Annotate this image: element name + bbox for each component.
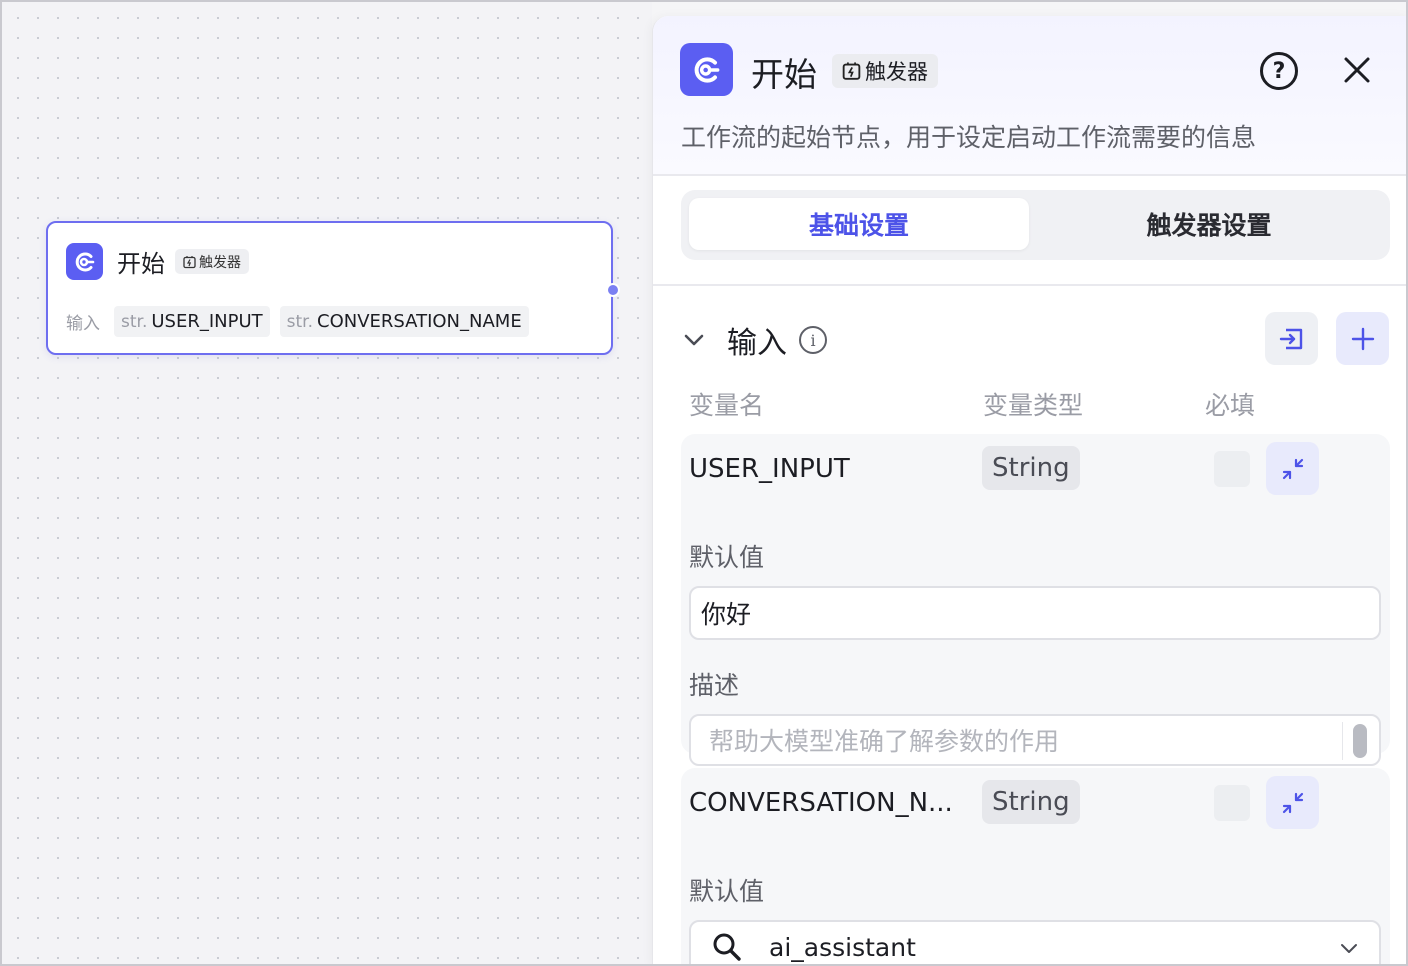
scroll-track [1342,722,1343,760]
close-button[interactable] [1339,52,1375,88]
start-node-icon [680,43,733,96]
column-header-type: 变量类型 [983,391,1084,420]
inputs-label: 输入 [66,314,100,334]
variable-type-select[interactable]: String [982,780,1080,824]
trigger-icon [842,62,861,80]
divider [653,284,1408,286]
required-checkbox[interactable] [1214,451,1250,487]
collapse-icon [1282,458,1303,479]
panel-header: 开始 触发器 ? 工作流的起始节点，用于设定启动工作流需要的信息 [653,16,1408,176]
description-placeholder: 帮助大模型准确了解参数的作用 [709,727,1060,756]
trigger-icon [183,255,196,268]
help-icon: ? [1272,58,1286,84]
search-icon [713,933,741,961]
default-value-label: 默认值 [689,543,765,572]
panel-description: 工作流的起始节点，用于设定启动工作流需要的信息 [681,123,1257,152]
input-section-header[interactable]: 输入 i [681,318,827,362]
trigger-tag-label: 触发器 [199,254,241,271]
tab-trigger-settings[interactable]: 触发器设置 [1036,198,1382,250]
tab-basic-settings[interactable]: 基础设置 [689,198,1029,250]
output-port[interactable] [606,283,620,297]
input-chip-type: str. [286,311,313,332]
default-value-input[interactable]: 你好 [689,586,1381,640]
variable-card: USER_INPUT String 默认值 你好 描述 帮助大模型准确了解参数的… [681,434,1390,766]
input-chip-name: USER_INPUT [151,311,263,332]
default-value-select[interactable]: ai_assistant [689,920,1381,966]
default-value-label: 默认值 [689,877,765,906]
scrollbar[interactable] [1353,724,1367,758]
variable-name[interactable]: CONVERSATION_N... [689,788,953,818]
start-node-inputs: 输入 str. USER_INPUT str. CONVERSATION_NAM… [66,306,539,337]
add-variable-button[interactable] [1336,312,1389,365]
close-icon [1344,57,1370,83]
default-value-text: 你好 [701,600,752,629]
variable-card: CONVERSATION_N... String 默认值 ai_assistan… [681,768,1390,966]
panel-title: 开始 [751,55,817,94]
collapse-icon [1282,792,1303,813]
description-label: 描述 [689,671,740,700]
trigger-tag: 触发器 [175,249,249,274]
start-node-header: 开始 触发器 [66,243,249,280]
node-settings-panel: 开始 触发器 ? 工作流的起始节点，用于设定启动工作流需要的信息 基础设置 触发… [652,16,1408,966]
column-header-required: 必填 [1205,391,1256,420]
import-icon [1279,328,1302,349]
plus-icon [1351,327,1374,350]
help-button[interactable]: ? [1260,52,1298,90]
chevron-down-icon [1341,944,1357,953]
input-chip: str. CONVERSATION_NAME [279,306,529,337]
info-icon[interactable]: i [799,326,827,354]
description-input[interactable]: 帮助大模型准确了解参数的作用 [689,714,1381,766]
default-value-text: ai_assistant [769,932,916,962]
input-chip: str. USER_INPUT [114,306,270,337]
chevron-down-icon [684,334,704,346]
start-node-title: 开始 [117,250,165,278]
workflow-canvas[interactable]: 开始 触发器 输入 str. USER_INPUT str. CONVERSAT… [0,0,652,966]
start-node[interactable]: 开始 触发器 输入 str. USER_INPUT str. CONVERSAT… [46,221,620,355]
trigger-tag: 触发器 [832,54,938,88]
column-header-name: 变量名 [689,391,765,420]
collapse-button[interactable] [1266,442,1319,495]
input-chip-type: str. [121,311,148,332]
required-checkbox[interactable] [1214,785,1250,821]
variable-name[interactable]: USER_INPUT [689,454,850,484]
start-node-icon [66,243,103,280]
section-title: 输入 [727,326,787,361]
variable-type-select[interactable]: String [982,446,1080,490]
trigger-tag-label: 触发器 [865,60,928,84]
import-variables-button[interactable] [1265,312,1318,365]
collapse-button[interactable] [1266,776,1319,829]
settings-tabs: 基础设置 触发器设置 [681,190,1390,260]
input-chip-name: CONVERSATION_NAME [317,311,522,332]
